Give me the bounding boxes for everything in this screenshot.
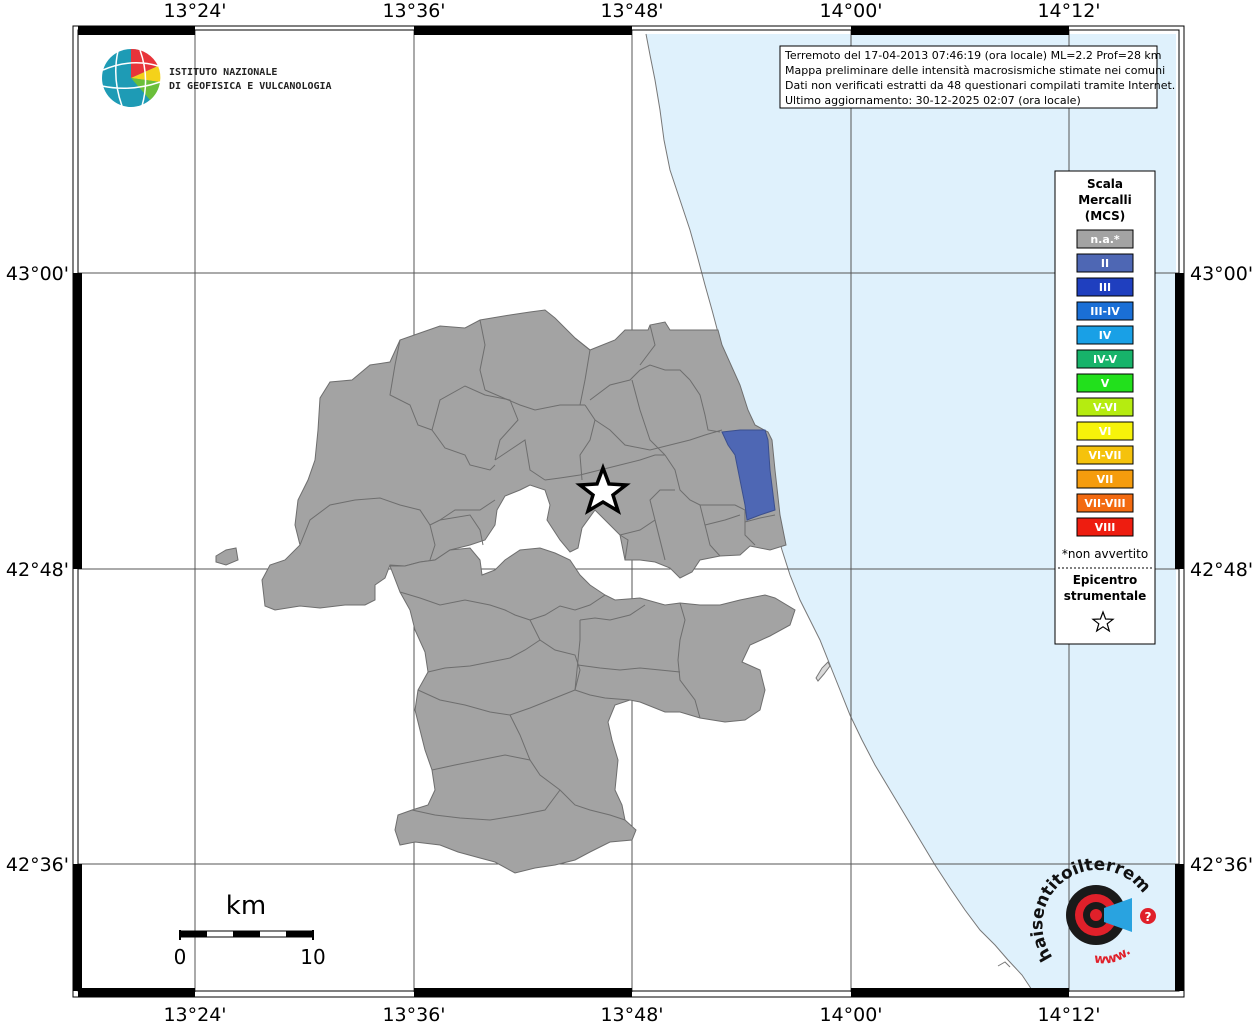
lon-label-top: 13°36' <box>382 0 445 22</box>
legend-swatch-label: V <box>1101 377 1110 390</box>
lon-label-bottom: 14°00' <box>819 1004 882 1024</box>
lon-label-top: 14°12' <box>1037 0 1100 22</box>
scale-unit: km <box>226 891 266 921</box>
lon-label-top: 13°48' <box>600 0 663 22</box>
legend-swatch-label: VI <box>1099 425 1112 438</box>
legend-title-1: Scala <box>1087 177 1123 191</box>
lon-label-bottom: 14°12' <box>1037 1004 1100 1024</box>
legend-swatch-label: VII-VIII <box>1084 497 1125 510</box>
scale-start: 0 <box>174 945 187 969</box>
lat-label-right: 42°36' <box>1190 854 1253 876</box>
legend-swatch-label: IV-V <box>1093 353 1118 366</box>
legend-swatch-label: III <box>1099 281 1111 294</box>
scale-end: 10 <box>300 945 325 969</box>
info-line-event: Terremoto del 17-04-2013 07:46:19 (ora l… <box>784 49 1162 62</box>
lat-label-left: 42°48' <box>6 559 69 581</box>
legend-swatch-label: V-VI <box>1093 401 1117 414</box>
legend-swatch-label: IV <box>1099 329 1112 342</box>
legend-swatch-label: VII <box>1097 473 1114 486</box>
lon-label-bottom: 13°24' <box>163 1004 226 1024</box>
lat-label-left: 42°36' <box>6 854 69 876</box>
legend-swatch-label: II <box>1101 257 1109 270</box>
lon-label-bottom: 13°48' <box>600 1004 663 1024</box>
intensity-legend: Scala Mercalli (MCS) n.a.*IIIIIIII-IVIVI… <box>1054 170 1156 645</box>
lon-label-bottom: 13°36' <box>382 1004 445 1024</box>
info-line-description: Mappa preliminare delle intensità macros… <box>785 64 1165 77</box>
info-line-data-source: Dati non verificati estratti da 48 quest… <box>785 79 1175 92</box>
lat-label-left: 43°00' <box>6 263 69 285</box>
legend-epicenter-2: strumentale <box>1064 589 1147 603</box>
legend-swatch-label: III-IV <box>1090 305 1120 318</box>
intensity-map: 13°24' 13°36' 13°48' 14°00' 14°12' 13°24… <box>0 0 1253 1024</box>
lat-label-right: 43°00' <box>1190 263 1253 285</box>
institute-name-line2: DI GEOFISICA E VULCANOLOGIA <box>169 81 332 92</box>
lon-label-top: 13°24' <box>163 0 226 22</box>
legend-title-3: (MCS) <box>1085 209 1126 223</box>
institute-name-line1: ISTITUTO NAZIONALE <box>169 67 277 78</box>
lat-label-right: 42°48' <box>1190 559 1253 581</box>
info-line-updated: Ultimo aggiornamento: 30-12-2025 02:07 (… <box>785 94 1081 107</box>
legend-swatch-label: VI-VII <box>1088 449 1121 462</box>
legend-title-2: Mercalli <box>1078 193 1132 207</box>
legend-swatch-label: VIII <box>1095 521 1116 534</box>
legend-epicenter-1: Epicentro <box>1073 573 1138 587</box>
legend-swatch-label: n.a.* <box>1090 233 1120 246</box>
info-box: Terremoto del 17-04-2013 07:46:19 (ora l… <box>779 45 1175 109</box>
svg-text:?: ? <box>1145 910 1152 924</box>
lon-label-top: 14°00' <box>819 0 882 22</box>
legend-note: *non avvertito <box>1062 547 1148 561</box>
